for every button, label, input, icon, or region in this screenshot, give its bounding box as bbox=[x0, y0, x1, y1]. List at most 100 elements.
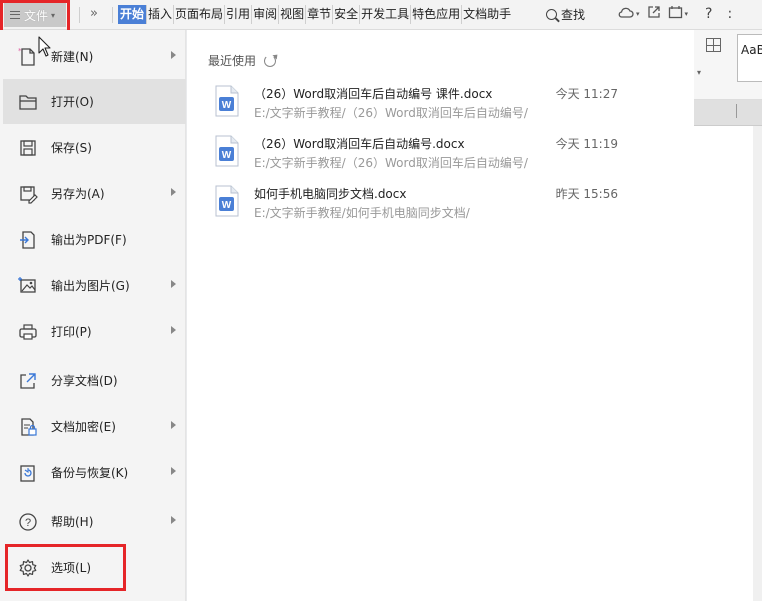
more-options-button[interactable]: : bbox=[727, 6, 732, 22]
menu-item-options[interactable]: 选项(L) bbox=[3, 545, 186, 590]
svg-text:W: W bbox=[222, 200, 232, 211]
word-doc-icon: W bbox=[215, 185, 239, 217]
chevron-down-icon: ▾ bbox=[51, 10, 56, 20]
tab-home[interactable]: 开始 bbox=[118, 5, 148, 24]
menu-item-label: 打印(P) bbox=[51, 325, 92, 339]
menu-item-label: 分享文档(D) bbox=[51, 374, 118, 388]
file-menu-label: 文件 bbox=[24, 8, 49, 23]
refresh-icon[interactable] bbox=[264, 54, 277, 67]
ribbon-tabs: 开始 插入 页面布局 引用 审阅 视图 章节 安全 开发工具 特色应用 文档助手 bbox=[118, 5, 512, 24]
tab-developer[interactable]: 开发工具 bbox=[360, 5, 412, 24]
menu-item-label: 帮助(H) bbox=[51, 515, 94, 529]
new-file-icon: * bbox=[17, 46, 39, 68]
style-preview[interactable]: AaB bbox=[737, 34, 762, 82]
more-tabs-button[interactable]: » bbox=[90, 6, 98, 21]
search-button[interactable]: 查找 bbox=[546, 6, 585, 23]
search-label: 查找 bbox=[561, 8, 586, 22]
tab-view[interactable]: 视图 bbox=[279, 5, 307, 24]
chevron-right-icon bbox=[171, 188, 176, 196]
menu-item-help[interactable]: ? 帮助(H) bbox=[3, 499, 186, 544]
file-time: 今天 11:19 bbox=[555, 137, 618, 151]
svg-text:W: W bbox=[222, 100, 232, 111]
tab-insert[interactable]: 插入 bbox=[147, 5, 175, 24]
menu-item-label: 打开(O) bbox=[51, 95, 94, 109]
tab-references[interactable]: 引用 bbox=[225, 5, 253, 24]
menu-item-label: 备份与恢复(K) bbox=[51, 466, 129, 480]
menu-item-print[interactable]: 打印(P) bbox=[3, 309, 186, 354]
file-name: （26）Word取消回车后自动编号.docx bbox=[254, 137, 465, 151]
chevron-right-icon bbox=[171, 326, 176, 334]
print-icon bbox=[17, 321, 39, 343]
chevron-right-icon bbox=[171, 280, 176, 288]
top-right-icons: ▾ ▾ ? : bbox=[618, 5, 732, 23]
svg-text:W: W bbox=[222, 150, 232, 161]
file-path: E:/文字新手教程/（26）Word取消回车后自动编号/ bbox=[254, 156, 528, 170]
menu-item-open[interactable]: 打开(O) bbox=[3, 79, 186, 124]
tab-features[interactable]: 特色应用 bbox=[411, 5, 463, 24]
chevron-right-icon bbox=[171, 467, 176, 475]
menu-item-label: 保存(S) bbox=[51, 141, 92, 155]
svg-text:?: ? bbox=[25, 517, 31, 529]
tab-security[interactable]: 安全 bbox=[333, 5, 361, 24]
mouse-cursor-icon bbox=[38, 36, 51, 57]
file-name: （26）Word取消回车后自动编号 课件.docx bbox=[254, 87, 493, 101]
menu-item-label: 输出为PDF(F) bbox=[51, 233, 127, 247]
help-button[interactable]: ? bbox=[705, 6, 712, 22]
backup-icon bbox=[17, 462, 39, 484]
cloud-sync-icon[interactable] bbox=[618, 6, 634, 23]
menu-item-label: 输出为图片(G) bbox=[51, 279, 130, 293]
file-time: 今天 11:27 bbox=[555, 87, 618, 101]
file-name: 如何手机电脑同步文档.docx bbox=[254, 187, 407, 201]
save-icon bbox=[17, 137, 39, 159]
export-image-icon bbox=[17, 275, 39, 297]
chevron-down-icon[interactable]: ▾ bbox=[685, 10, 689, 18]
tab-chapter[interactable]: 章节 bbox=[306, 5, 334, 24]
chevron-right-icon bbox=[171, 516, 176, 524]
vertical-scrollbar[interactable] bbox=[753, 126, 762, 601]
tab-page-layout[interactable]: 页面布局 bbox=[174, 5, 226, 24]
chevron-down-icon[interactable]: ▾ bbox=[697, 68, 701, 77]
menu-item-new[interactable]: * 新建(N) bbox=[3, 34, 186, 79]
tab-doc-assistant[interactable]: 文档助手 bbox=[462, 5, 512, 24]
word-doc-icon: W bbox=[215, 135, 239, 167]
menu-item-save-as[interactable]: 另存为(A) bbox=[3, 171, 186, 216]
gear-icon bbox=[17, 557, 39, 579]
file-time: 昨天 15:56 bbox=[555, 187, 618, 201]
file-menu-button[interactable]: 文件 ▾ bbox=[4, 3, 66, 27]
menu-item-encrypt[interactable]: 文档加密(E) bbox=[3, 404, 186, 449]
top-toolbar: 文件 ▾ » 开始 插入 页面布局 引用 审阅 视图 章节 安全 开发工具 特色… bbox=[0, 0, 762, 30]
ruler-marker bbox=[736, 104, 737, 118]
recent-file-item[interactable]: W 如何手机电脑同步文档.docx E:/文字新手教程/如何手机电脑同步文档/ … bbox=[214, 185, 634, 225]
encrypt-icon bbox=[17, 416, 39, 438]
file-path: E:/文字新手教程/如何手机电脑同步文档/ bbox=[254, 206, 470, 220]
recent-file-item[interactable]: W （26）Word取消回车后自动编号 课件.docx E:/文字新手教程/（2… bbox=[214, 85, 634, 125]
search-icon bbox=[546, 9, 557, 20]
menu-item-export-pdf[interactable]: 输出为PDF(F) bbox=[3, 217, 186, 262]
svg-text:*: * bbox=[18, 47, 22, 55]
recent-header: 最近使用 bbox=[208, 52, 277, 69]
menu-item-share[interactable]: 分享文档(D) bbox=[3, 358, 186, 403]
hamburger-icon bbox=[10, 11, 20, 19]
chevron-down-icon[interactable]: ▾ bbox=[636, 10, 640, 18]
menu-item-label: 文档加密(E) bbox=[51, 420, 116, 434]
help-icon: ? bbox=[17, 511, 39, 533]
calendar-icon[interactable] bbox=[668, 5, 683, 23]
divider bbox=[112, 7, 113, 23]
table-icon[interactable] bbox=[706, 38, 721, 52]
save-as-icon bbox=[17, 183, 39, 205]
divider bbox=[79, 7, 80, 23]
menu-item-export-image[interactable]: 输出为图片(G) bbox=[3, 263, 186, 308]
chevron-right-icon bbox=[171, 51, 176, 59]
chevron-right-icon bbox=[171, 421, 176, 429]
menu-item-save[interactable]: 保存(S) bbox=[3, 125, 186, 170]
menu-item-label: 选项(L) bbox=[51, 561, 92, 575]
tab-review[interactable]: 审阅 bbox=[252, 5, 280, 24]
open-folder-icon bbox=[17, 91, 39, 113]
ruler bbox=[694, 100, 762, 126]
recent-file-item[interactable]: W （26）Word取消回车后自动编号.docx E:/文字新手教程/（26）W… bbox=[214, 135, 634, 175]
share-icon[interactable] bbox=[647, 5, 661, 23]
word-doc-icon: W bbox=[215, 85, 239, 117]
recent-title: 最近使用 bbox=[208, 54, 257, 68]
menu-item-backup[interactable]: 备份与恢复(K) bbox=[3, 450, 186, 495]
share-doc-icon bbox=[17, 370, 39, 392]
